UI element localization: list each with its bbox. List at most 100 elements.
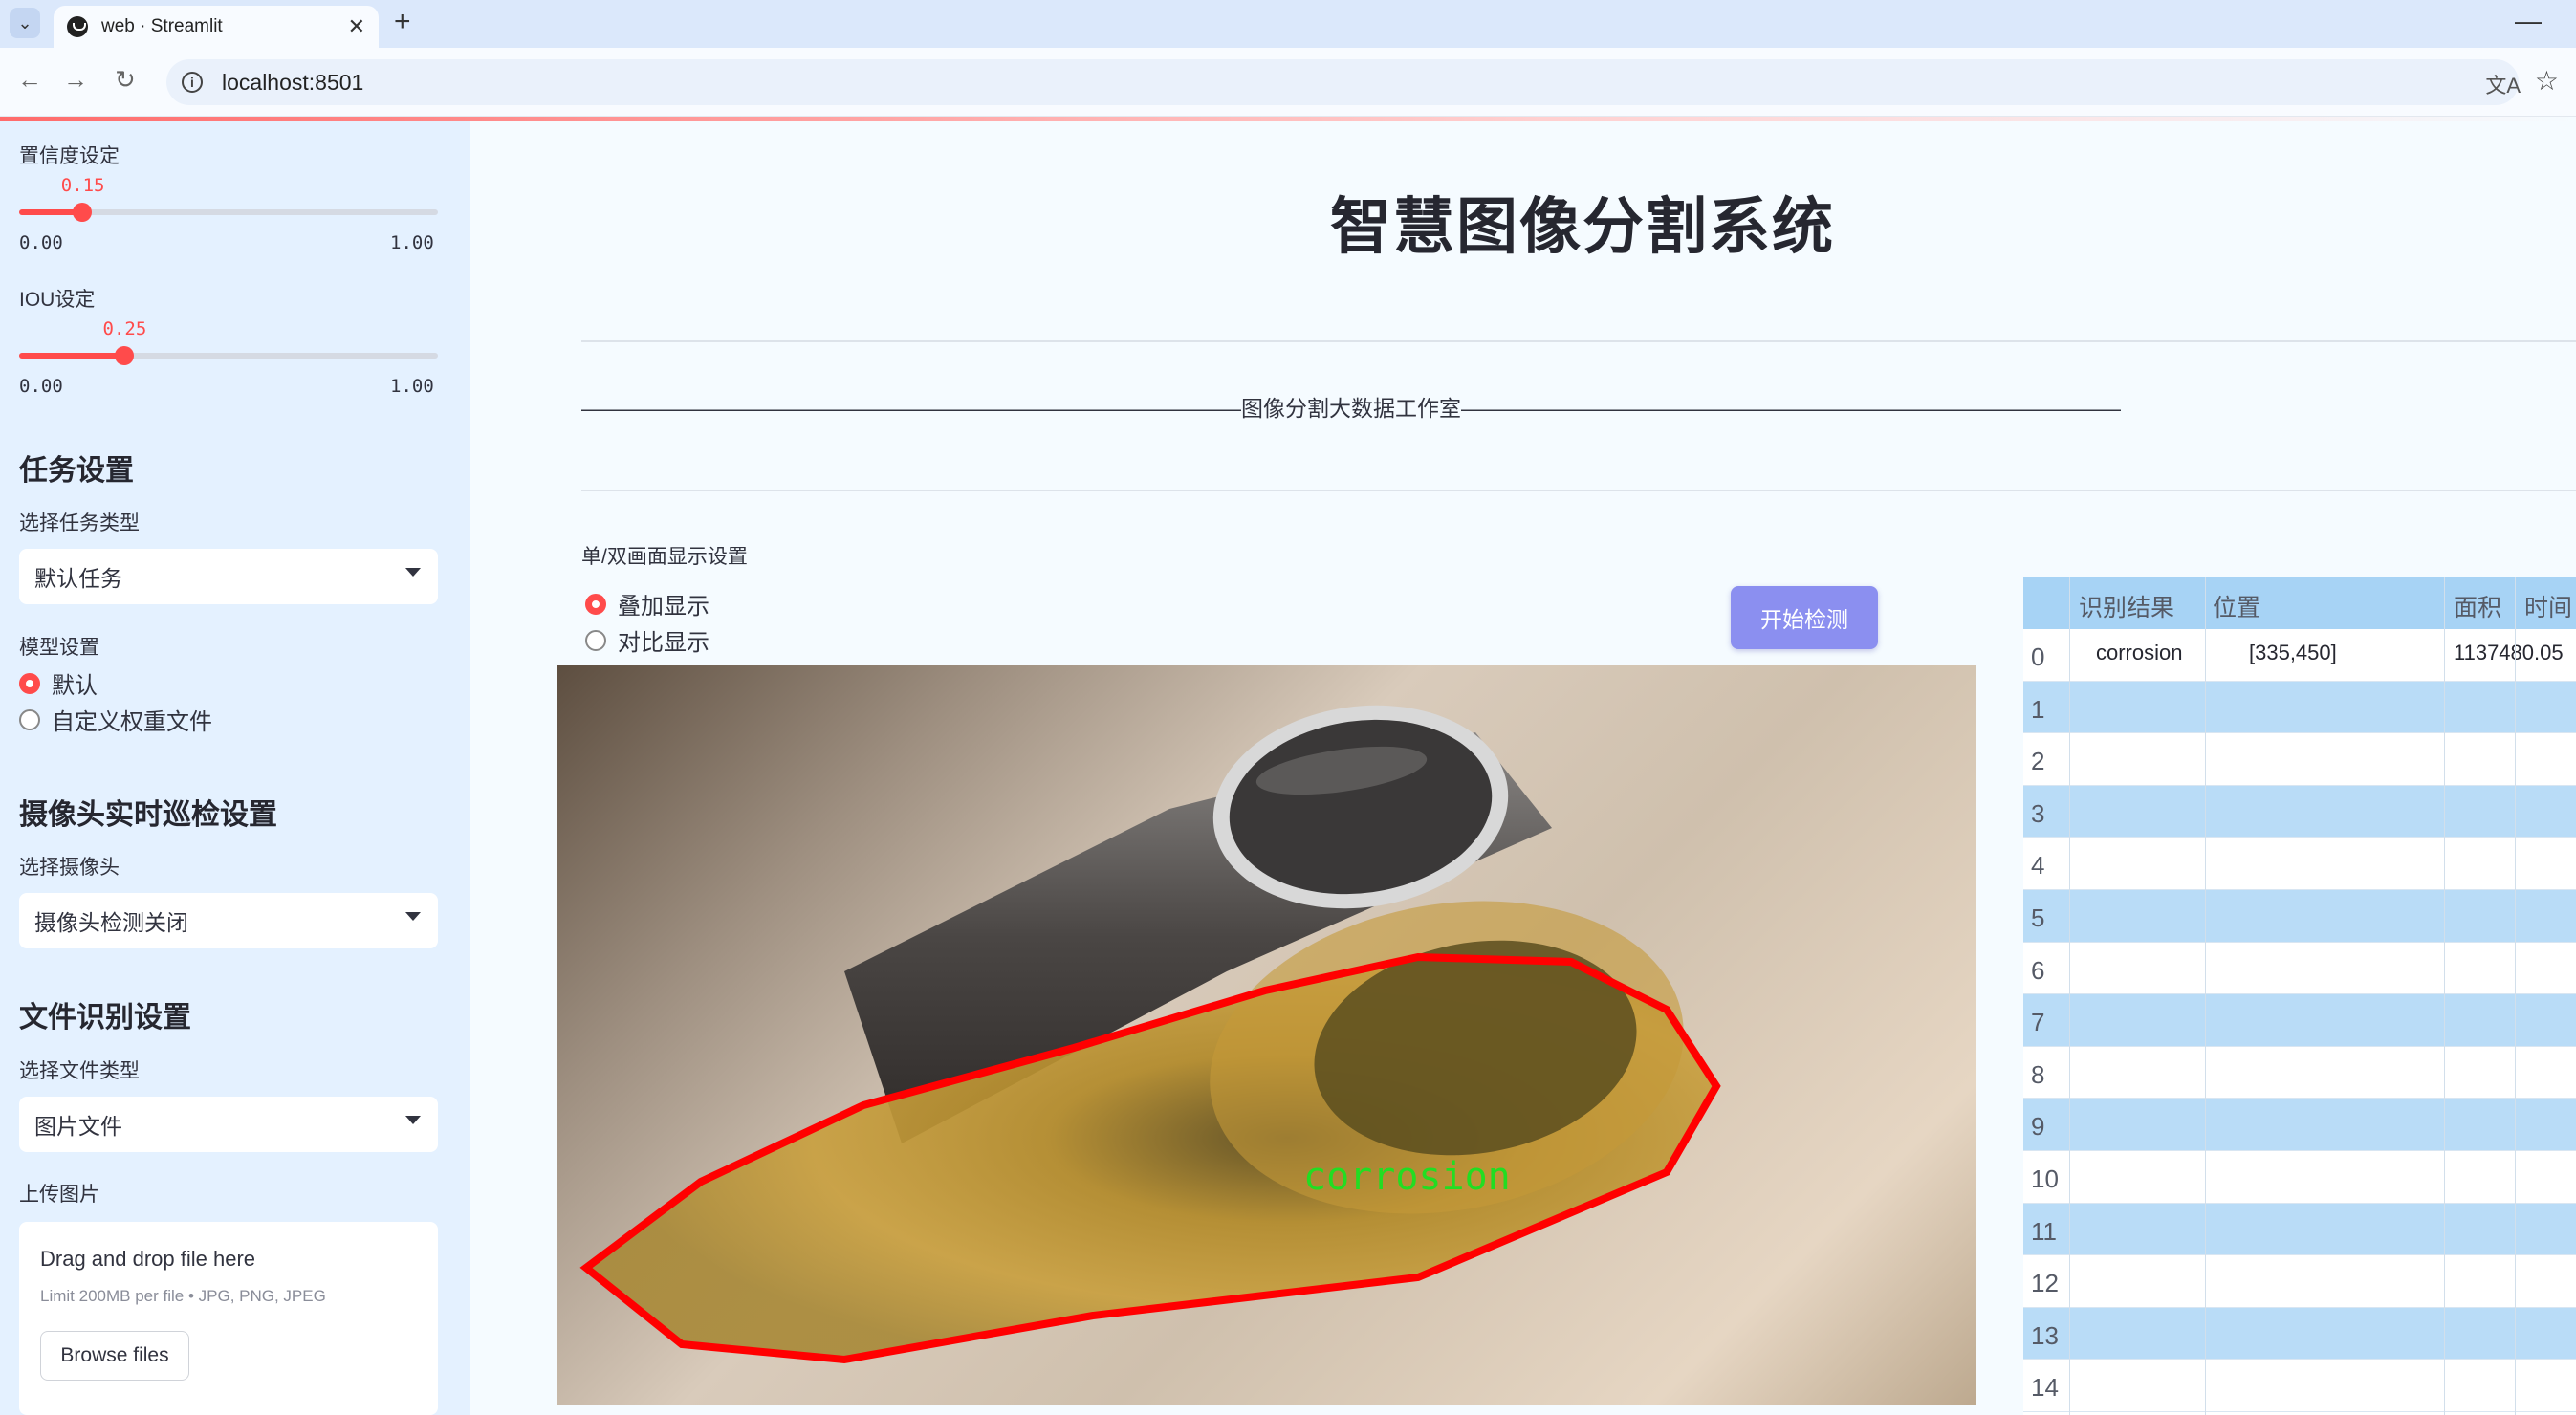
table-row[interactable]: 6 — [2023, 942, 2576, 995]
iou-slider[interactable] — [19, 346, 438, 365]
iou-slider-thumb[interactable] — [114, 346, 134, 365]
table-row[interactable]: 12 — [2023, 1255, 2576, 1308]
table-row[interactable]: 0 corrosion [335,450] 1137480.05 — [2023, 629, 2576, 682]
tab-title: web · Streamlit — [101, 16, 223, 36]
display-option-compare[interactable]: 对比显示 — [585, 623, 709, 657]
row-index: 13 — [2031, 1320, 2059, 1350]
tab-search-chevron-icon[interactable]: ⌄ — [10, 8, 40, 38]
model-option-label: 默认 — [52, 673, 98, 699]
dropzone-limit: Limit 200MB per file • JPG, PNG, JPEG — [40, 1287, 326, 1305]
column-header-area[interactable]: 面积 — [2454, 589, 2501, 623]
row-index: 1 — [2031, 694, 2045, 724]
file-type-label: 选择文件类型 — [19, 1060, 140, 1082]
file-dropzone[interactable]: Drag and drop file here Limit 200MB per … — [19, 1222, 438, 1415]
divider-line — [581, 490, 2576, 491]
radio-selected-icon[interactable] — [585, 593, 606, 615]
page-title: 智慧图像分割系统 — [1330, 192, 1835, 261]
divider-line — [581, 340, 2576, 342]
back-arrow-icon[interactable]: ← — [17, 65, 42, 95]
minimize-window-icon[interactable]: — — [2515, 6, 2542, 36]
table-row[interactable]: 14 — [2023, 1360, 2576, 1412]
row-index: 6 — [2031, 955, 2045, 985]
column-divider — [2515, 577, 2516, 1415]
overlay-class-label: corrosion — [1303, 1155, 1511, 1199]
table-row[interactable]: 13 — [2023, 1307, 2576, 1361]
row-index: 2 — [2031, 747, 2045, 776]
browser-tabstrip: ⌄ web · Streamlit ✕ + — — [0, 0, 2576, 48]
cell-area[interactable]: 1137480.05 — [2454, 641, 2564, 665]
model-option-default[interactable]: 默认 — [19, 666, 98, 700]
results-table[interactable]: 识别结果 位置 面积 时间 0 corrosion [335,450] 1137480… — [2023, 577, 2576, 1415]
confidence-min: 0.00 — [19, 232, 63, 253]
table-row[interactable]: 8 — [2023, 1046, 2576, 1099]
camera-settings-heading: 摄像头实时巡检设置 — [19, 799, 277, 831]
camera-select[interactable]: 摄像头检测关闭 — [19, 893, 438, 948]
column-header-result[interactable]: 识别结果 — [2079, 589, 2174, 623]
start-detection-button[interactable]: 开始检测 — [1731, 586, 1878, 649]
bookmark-star-icon[interactable]: ☆ — [2535, 65, 2559, 97]
task-type-value: 默认任务 — [34, 566, 122, 591]
confidence-slider[interactable] — [19, 203, 438, 222]
confidence-label: 置信度设定 — [19, 145, 120, 167]
streamlit-favicon-icon — [67, 16, 88, 37]
column-header-time[interactable]: 时间 — [2524, 589, 2572, 623]
dropzone-title: Drag and drop file here — [40, 1247, 256, 1271]
table-row[interactable]: 7 — [2023, 994, 2576, 1047]
radio-unselected-icon[interactable] — [19, 708, 40, 730]
camera-select-label: 选择摄像头 — [19, 857, 120, 879]
row-index: 14 — [2031, 1373, 2059, 1403]
cell-position[interactable]: [335,450] — [2249, 641, 2337, 665]
table-row[interactable]: 2 — [2023, 733, 2576, 786]
table-row[interactable]: 1 — [2023, 681, 2576, 734]
studio-divider-text: ——————————————————————————————图像分割大数据工作室… — [581, 396, 2121, 421]
row-index: 9 — [2031, 1112, 2045, 1142]
new-tab-icon[interactable]: + — [394, 6, 411, 38]
camera-select-value: 摄像头检测关闭 — [34, 910, 188, 935]
browser-tab[interactable]: web · Streamlit ✕ — [54, 6, 379, 48]
display-option-overlay[interactable]: 叠加显示 — [585, 587, 709, 620]
radio-unselected-icon[interactable] — [585, 629, 606, 651]
row-index: 7 — [2031, 1008, 2045, 1037]
table-row[interactable]: 5 — [2023, 890, 2576, 943]
radio-selected-icon[interactable] — [19, 672, 40, 694]
upload-label: 上传图片 — [19, 1184, 99, 1206]
cell-result[interactable]: corrosion — [2096, 641, 2182, 665]
row-index: 12 — [2031, 1269, 2059, 1298]
file-settings-heading: 文件识别设置 — [19, 1002, 191, 1034]
iou-min: 0.00 — [19, 376, 63, 397]
task-settings-heading: 任务设置 — [19, 455, 134, 487]
browse-files-button[interactable]: Browse files — [40, 1331, 189, 1381]
confidence-slider-thumb[interactable] — [72, 203, 92, 222]
translate-icon[interactable]: 文A — [2485, 69, 2521, 99]
column-header-position[interactable]: 位置 — [2213, 589, 2260, 623]
chevron-down-icon — [405, 912, 421, 921]
model-option-label: 自定义权重文件 — [52, 709, 212, 735]
model-option-custom[interactable]: 自定义权重文件 — [19, 703, 212, 736]
task-type-label: 选择任务类型 — [19, 512, 140, 534]
table-row[interactable]: 11 — [2023, 1203, 2576, 1256]
task-type-select[interactable]: 默认任务 — [19, 549, 438, 604]
table-row[interactable]: 10 — [2023, 1151, 2576, 1204]
reload-icon[interactable]: ↻ — [115, 65, 136, 95]
site-info-icon[interactable]: i — [182, 72, 203, 93]
iou-max: 1.00 — [390, 376, 434, 397]
close-tab-icon[interactable]: ✕ — [348, 14, 365, 39]
address-bar[interactable]: i localhost:8501 — [166, 59, 2519, 105]
table-row[interactable]: 9 — [2023, 1099, 2576, 1151]
display-option-label: 对比显示 — [618, 630, 709, 656]
table-row[interactable]: 3 — [2023, 785, 2576, 838]
url-text: localhost:8501 — [222, 69, 364, 95]
row-index: 4 — [2031, 851, 2045, 881]
file-type-select[interactable]: 图片文件 — [19, 1097, 438, 1152]
iou-label: IOU设定 — [19, 289, 96, 311]
row-index: 8 — [2031, 1059, 2045, 1089]
iou-value: 0.25 — [102, 318, 147, 339]
display-mode-label: 单/双画面显示设置 — [581, 546, 748, 568]
table-row[interactable]: 4 — [2023, 838, 2576, 890]
chevron-down-icon — [405, 1116, 421, 1124]
row-index: 11 — [2031, 1216, 2057, 1246]
column-divider — [2205, 577, 2206, 1415]
chevron-down-icon — [405, 568, 421, 577]
file-type-value: 图片文件 — [34, 1114, 122, 1139]
forward-arrow-icon[interactable]: → — [63, 65, 88, 95]
